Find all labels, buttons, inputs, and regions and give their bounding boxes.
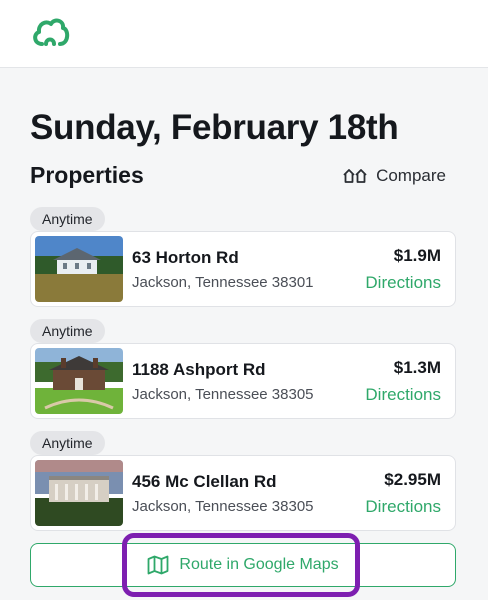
property-price: $1.3M [393, 358, 441, 377]
property-card[interactable]: 63 Horton Rd Jackson, Tennessee 38301 $1… [30, 231, 456, 307]
map-icon [147, 555, 169, 575]
route-button-label: Route in Google Maps [179, 556, 339, 573]
directions-link[interactable]: Directions [365, 273, 441, 293]
property-address: 1188 Ashport Rd [132, 360, 266, 379]
property-address: 456 Mc Clellan Rd [132, 472, 277, 491]
property-city: Jackson, Tennessee 38301 [132, 274, 314, 291]
property-price: $1.9M [393, 246, 441, 265]
property-city: Jackson, Tennessee 38305 [132, 386, 314, 403]
property-card[interactable]: 456 Mc Clellan Rd Jackson, Tennessee 383… [30, 455, 456, 531]
compare-houses-icon [343, 169, 367, 183]
compare-button[interactable]: Compare [342, 166, 446, 186]
property-city: Jackson, Tennessee 38305 [132, 498, 314, 515]
property-photo [35, 348, 123, 414]
route-in-google-maps-button[interactable]: Route in Google Maps [30, 543, 456, 587]
time-badge: Anytime [30, 431, 105, 455]
property-photo [35, 460, 123, 526]
cloud-logo-icon[interactable] [30, 14, 70, 48]
compare-label: Compare [376, 166, 446, 185]
app-header [0, 0, 488, 68]
directions-link[interactable]: Directions [365, 497, 441, 517]
time-badge: Anytime [30, 319, 105, 343]
time-badge: Anytime [30, 207, 105, 231]
properties-heading: Properties [30, 162, 144, 188]
directions-link[interactable]: Directions [365, 385, 441, 405]
property-address: 63 Horton Rd [132, 248, 239, 267]
page-title: Sunday, February 18th [30, 108, 399, 147]
property-price: $2.95M [384, 470, 441, 489]
property-photo [35, 236, 123, 302]
property-card[interactable]: 1188 Ashport Rd Jackson, Tennessee 38305… [30, 343, 456, 419]
